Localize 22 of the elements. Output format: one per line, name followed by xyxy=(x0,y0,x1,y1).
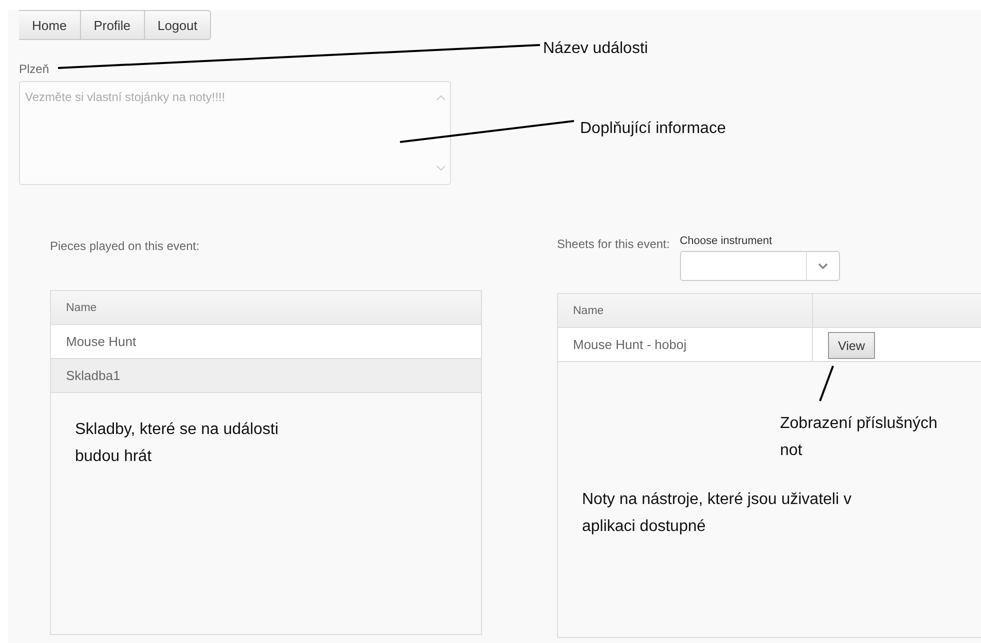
annotation-text: Doplňující informace xyxy=(580,119,727,139)
instrument-select[interactable] xyxy=(680,251,840,281)
section-label: Pieces played on this event: xyxy=(50,239,200,253)
column-header[interactable]: Name xyxy=(51,291,481,324)
event-name: Plzeň xyxy=(19,62,50,76)
view-button[interactable]: View xyxy=(828,332,875,359)
table-cell[interactable]: Skladba1 xyxy=(51,359,481,392)
annotation-text: Název události xyxy=(543,39,649,59)
instrument-label: Choose instrument xyxy=(680,235,774,247)
scroll-up-icon[interactable] xyxy=(436,95,446,101)
caret-icon xyxy=(818,263,828,269)
annotation-text: Skladby, které se na události budou hrát xyxy=(75,420,280,467)
leader-line xyxy=(819,366,834,402)
annotation-text: Noty na nástroje, které jsou uživateli v aplikaci dostupné xyxy=(582,490,852,537)
scroll-down-icon[interactable] xyxy=(436,165,446,171)
table-cell[interactable]: Mouse Hunt xyxy=(51,325,481,358)
nav-button[interactable]: Profile xyxy=(80,10,145,40)
annotation-text: Zobrazení příslušných not xyxy=(780,414,938,461)
section-label: Sheets for this event: xyxy=(557,237,670,253)
table-cell[interactable]: Mouse Hunt - hoboj xyxy=(558,328,812,361)
nav-button[interactable]: Home xyxy=(19,10,81,40)
nav-button[interactable]: Logout xyxy=(144,10,212,40)
